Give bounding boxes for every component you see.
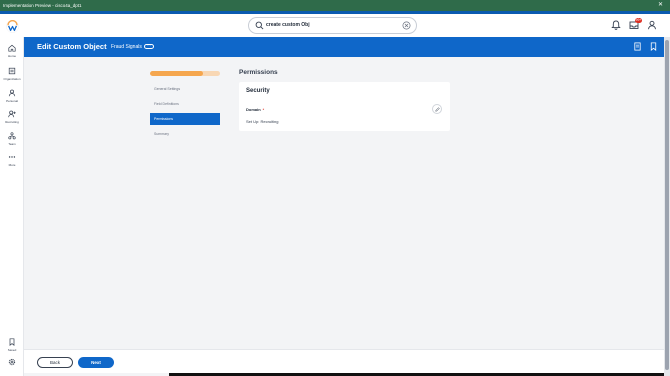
wizard-step-summary[interactable]: Summary [150, 128, 220, 140]
search-box[interactable]: create custom Obj [248, 17, 417, 34]
sidebar-item-personal[interactable]: Personal [0, 89, 24, 103]
sidebar-item-saved[interactable]: Saved [0, 338, 24, 352]
more-icon [8, 156, 16, 158]
sidebar-item-team[interactable]: Team [0, 132, 24, 146]
person-icon [8, 89, 16, 97]
environment-title: Implementation Preview - cisco4a_dpt1 [3, 3, 82, 8]
search-icon [255, 21, 264, 30]
bookmark-icon[interactable] [649, 42, 658, 51]
clear-search-icon[interactable] [402, 21, 411, 30]
domain-field-value: Set Up: Recruiting [246, 119, 279, 124]
page-title: Edit Custom Object [37, 42, 107, 51]
sidebar-item-settings[interactable] [0, 358, 24, 366]
sidebar-item-label: Team [8, 142, 16, 146]
edit-domain-button[interactable] [432, 104, 442, 114]
sidebar-item-label: Saved [7, 348, 17, 352]
wizard-progress-fill [150, 71, 203, 76]
sidebar-item-label: More [8, 163, 16, 167]
field-label-text: Domain [246, 107, 261, 112]
back-button[interactable]: Back [37, 357, 73, 368]
home-icon [8, 44, 16, 52]
close-icon[interactable]: ✕ [658, 0, 663, 11]
domain-field-label: Domain * [246, 107, 264, 112]
page-header: Edit Custom Object Fraud Signals ··· [24, 37, 664, 57]
required-marker: * [262, 107, 265, 112]
sidebar-item-organization[interactable]: Organization [0, 67, 24, 81]
gear-icon [8, 358, 16, 366]
related-actions-button[interactable]: ··· [144, 44, 154, 49]
security-card: Security Domain * Set Up: Recruiting [239, 82, 450, 131]
sidebar-item-home[interactable]: Home [0, 44, 24, 58]
main-content: General Settings Field Definitions Permi… [24, 57, 664, 349]
organization-icon [8, 67, 16, 75]
profile-icon[interactable] [647, 20, 657, 30]
bookmark-icon [9, 338, 15, 346]
search-input[interactable]: create custom Obj [266, 18, 310, 33]
inbox-count-badge: 99+ [635, 18, 642, 23]
recruiting-icon [8, 110, 16, 118]
top-bar: create custom Obj 99+ [0, 14, 670, 37]
sidebar-item-label: Personal [6, 99, 18, 103]
sidebar-item-label: Recruiting [5, 120, 19, 124]
sidebar-item-label: Organization [3, 77, 21, 81]
wizard-progress-bar [150, 71, 220, 76]
sidebar-item-recruiting[interactable]: Recruiting [0, 110, 24, 124]
footer-bar: Back Next [24, 349, 664, 373]
wizard-step-permissions[interactable]: Permissions [150, 113, 220, 125]
global-sidebar: Home Organization Personal Recruiting Te… [0, 37, 24, 376]
wizard-step-field-definitions[interactable]: Field Definitions [150, 98, 220, 110]
notifications-bell-icon[interactable] [611, 20, 621, 30]
next-button[interactable]: Next [78, 357, 114, 368]
wizard-step-general-settings[interactable]: General Settings [150, 83, 220, 95]
card-title: Security [246, 88, 270, 94]
sidebar-item-more[interactable]: More [0, 153, 24, 167]
vertical-scrollbar-thumb[interactable] [665, 40, 669, 370]
pencil-icon [435, 107, 440, 112]
environment-bar: Implementation Preview - cisco4a_dpt1 ✕ [0, 0, 670, 11]
print-icon[interactable] [633, 42, 642, 51]
team-icon [8, 132, 16, 140]
sidebar-item-label: Home [7, 54, 16, 58]
section-heading: Permissions [239, 69, 278, 76]
workday-logo-icon[interactable] [6, 20, 19, 33]
object-name: Fraud Signals [111, 44, 142, 50]
